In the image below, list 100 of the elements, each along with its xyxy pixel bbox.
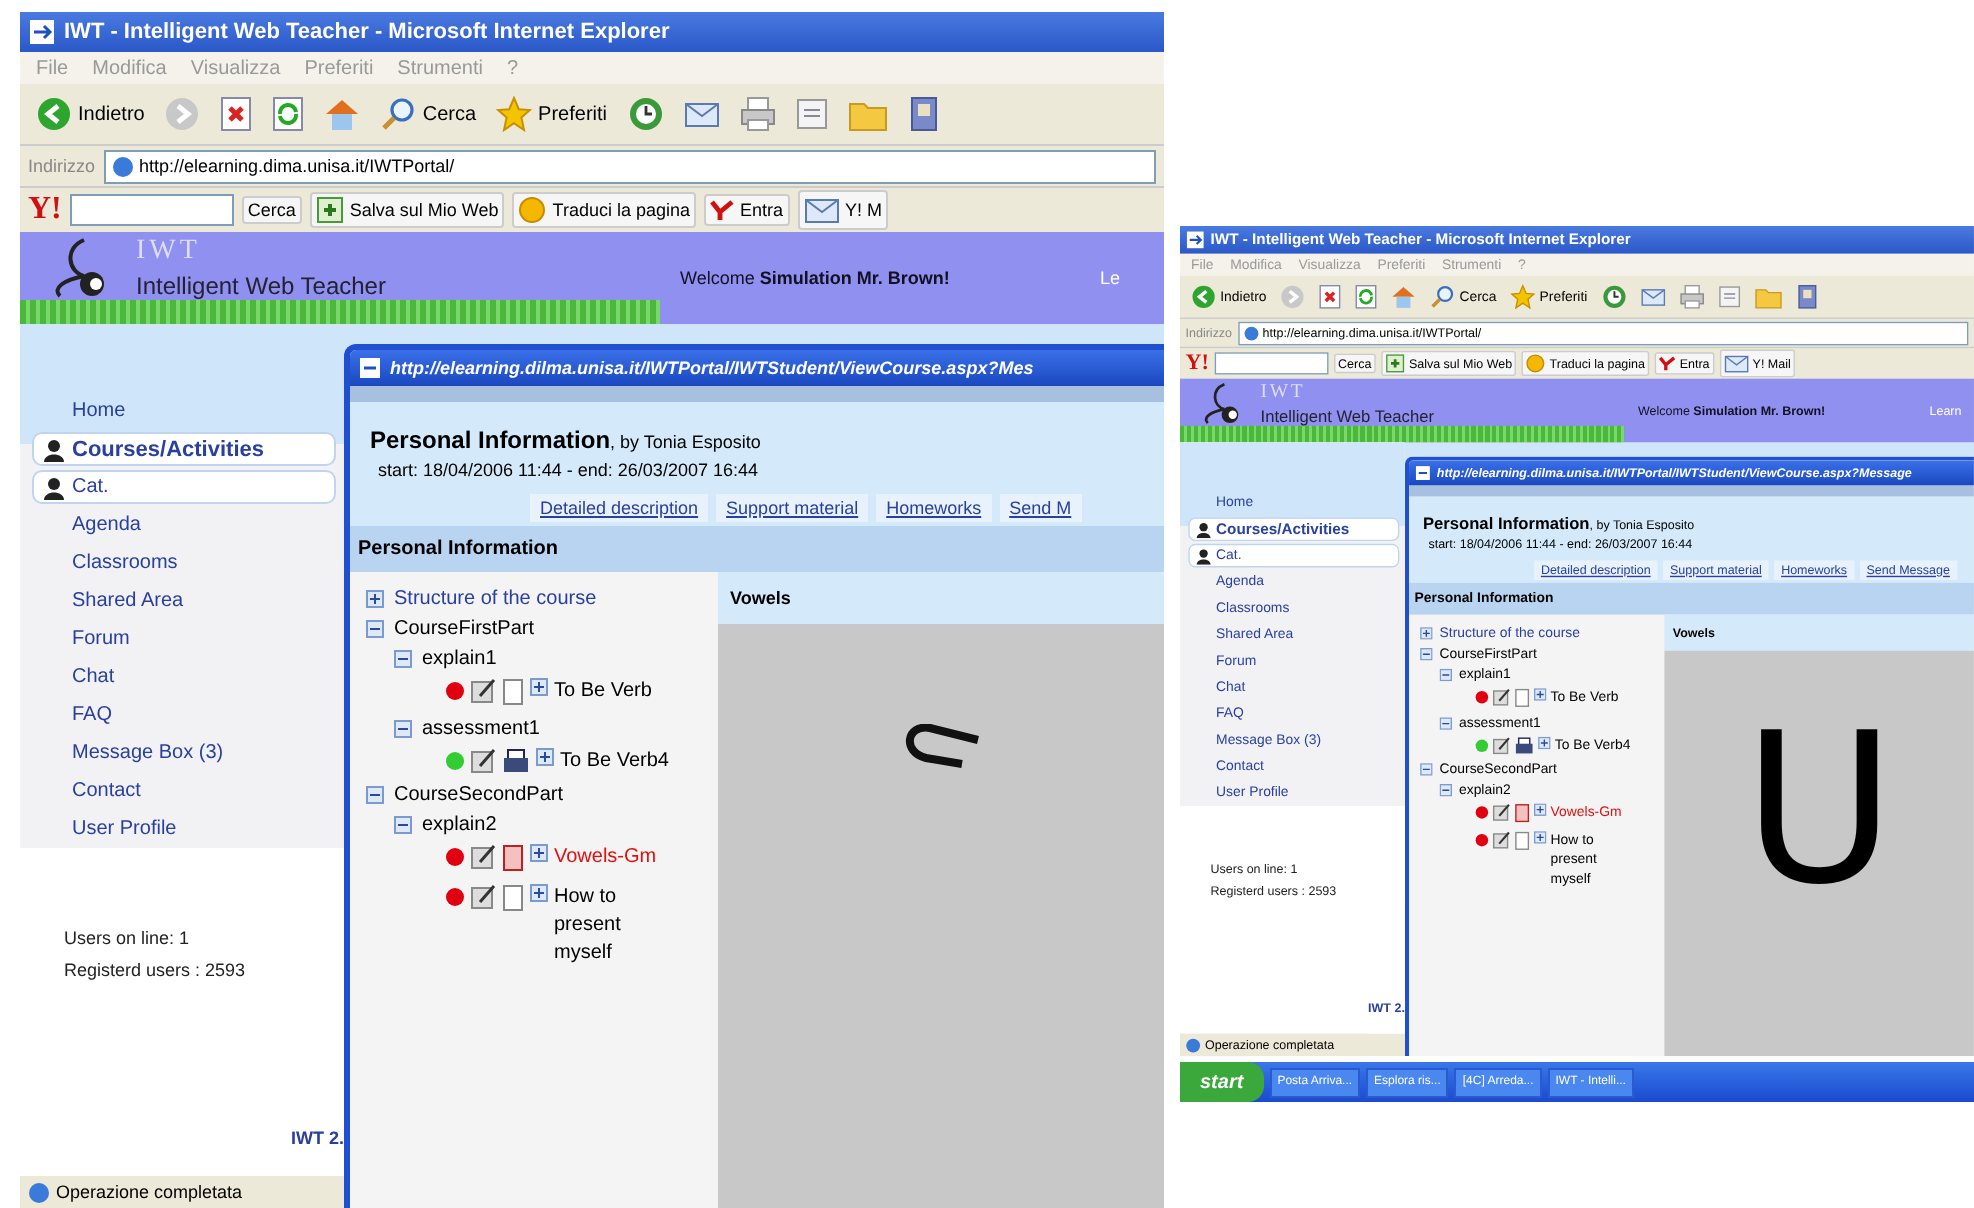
collapse-icon[interactable]: [394, 720, 412, 738]
toolbar-button[interactable]: [1388, 282, 1420, 311]
lesson-link[interactable]: How to present myself: [554, 884, 666, 968]
welcome-text: Welcome Simulation Mr. Brown!: [680, 268, 950, 288]
toolbar-button[interactable]: [1352, 282, 1381, 311]
search-icon: [1430, 284, 1456, 310]
expand-icon[interactable]: [1420, 627, 1433, 640]
edit-icon: [470, 678, 496, 704]
toolbar-button[interactable]: Y! M: [797, 190, 889, 230]
expand-icon[interactable]: [366, 590, 384, 608]
window-title: IWT - Intelligent Web Teacher - Microsoft Internet Explorer: [64, 20, 670, 44]
expand-icon[interactable]: [530, 884, 548, 902]
collapse-icon[interactable]: [1420, 647, 1433, 661]
printer-icon: [739, 96, 775, 132]
toolbar-button[interactable]: Salva sul Mio Web: [309, 192, 505, 228]
search-field[interactable]: [69, 194, 234, 226]
collapse-icon[interactable]: [394, 816, 412, 834]
mail-icon: [1640, 285, 1666, 308]
expand-icon[interactable]: [530, 678, 548, 696]
edit-icon: [1492, 688, 1511, 707]
collapse-icon[interactable]: [366, 786, 384, 804]
toolbar-button[interactable]: Cerca: [376, 94, 481, 134]
yahoo-logo: Y!: [1185, 350, 1209, 376]
menu-item[interactable]: Courses/Activities: [32, 432, 336, 466]
history-icon: [1601, 284, 1627, 310]
toolbar-button[interactable]: [1316, 282, 1345, 311]
edit-icon: [1492, 831, 1511, 850]
tab-link[interactable]: Detailed description: [530, 494, 709, 522]
collapse-icon[interactable]: [1439, 668, 1453, 682]
folder-icon: [1753, 284, 1782, 310]
collapse-icon[interactable]: [1439, 784, 1453, 797]
home-icon: [324, 96, 361, 132]
mail-icon: [803, 194, 840, 226]
toolbar-button[interactable]: [268, 94, 309, 134]
menu-item[interactable]: FAQ: [20, 696, 344, 734]
toolbar-button[interactable]: [216, 94, 257, 134]
address-label: Indirizzo: [28, 156, 96, 176]
toolbar-button[interactable]: Indietro: [32, 94, 149, 134]
menu-item[interactable]: Chat: [20, 658, 344, 696]
menu-item[interactable]: Classrooms: [20, 544, 344, 582]
logo-text: IWT: [1260, 381, 1306, 404]
printer-icon: [1514, 736, 1534, 755]
tab-link[interactable]: Support material: [716, 494, 869, 522]
tree-item[interactable]: CourseFirstPart: [394, 618, 535, 640]
mail-icon: [683, 98, 719, 130]
url-text: http://elearning.dima.unisa.it/IWTPortal/: [139, 156, 455, 176]
tree-item[interactable]: assessment1: [422, 718, 540, 740]
tree-item[interactable]: explain1: [422, 648, 497, 670]
expand-icon[interactable]: [536, 748, 554, 766]
toolbar-button[interactable]: [791, 96, 831, 132]
toolbar-button[interactable]: Preferiti: [492, 94, 611, 134]
toolbar-button[interactable]: [1637, 284, 1668, 310]
expand-icon[interactable]: [1538, 736, 1551, 750]
refresh-icon: [272, 96, 305, 132]
toolbar-button[interactable]: Entra: [704, 194, 790, 226]
expand-icon[interactable]: [1533, 803, 1547, 816]
menu-item[interactable]: Home: [20, 392, 344, 430]
document-icon: [795, 98, 827, 130]
yahoo-icon: [1658, 355, 1676, 372]
expand-icon[interactable]: [530, 844, 548, 862]
expand-icon[interactable]: [1533, 688, 1547, 701]
yahoo-icon: [710, 198, 734, 222]
users-online-text: Users on line: 1: [64, 928, 192, 948]
person-icon: [1195, 547, 1212, 564]
toolbar-button[interactable]: [1676, 282, 1707, 311]
lesson-link[interactable]: To Be Verb: [554, 678, 666, 706]
tab-link[interactable]: Send M: [999, 494, 1082, 522]
tree-item[interactable]: CourseSecondPart: [394, 784, 563, 806]
tab-link[interactable]: Homeworks: [876, 494, 992, 522]
toolbar-button[interactable]: [1598, 282, 1629, 311]
site-subtitle: Intelligent Web Teacher: [1260, 406, 1434, 426]
menu-item[interactable]: User Profile: [20, 810, 344, 848]
lesson-link[interactable]: Vowels-Gm: [554, 844, 666, 872]
toolbar-button[interactable]: [1715, 284, 1743, 310]
toolbar-button[interactable]: [1792, 282, 1821, 311]
edit-icon: [1492, 736, 1511, 755]
collapse-icon[interactable]: [1420, 763, 1433, 776]
search-field[interactable]: [1214, 352, 1329, 375]
address-field[interactable]: http://elearning.dima.unisa.it/IWTPortal/: [103, 149, 1156, 183]
menu-item[interactable]: Message Box (3): [20, 734, 344, 772]
menu-item[interactable]: Forum: [20, 620, 344, 658]
menu-item[interactable]: Contact: [20, 772, 344, 810]
menu-item[interactable]: Cat.: [32, 470, 336, 504]
stop-icon: [220, 96, 253, 132]
toolbar-button[interactable]: [735, 94, 779, 134]
toolbar-button[interactable]: Traduci la pagina: [512, 192, 696, 228]
collapse-icon[interactable]: [394, 650, 412, 668]
edit-icon: [470, 884, 496, 910]
collapse-icon[interactable]: [1439, 717, 1453, 730]
menu-item[interactable]: Agenda: [20, 506, 344, 544]
collapse-icon[interactable]: [366, 620, 384, 638]
expand-icon[interactable]: [1533, 831, 1547, 844]
lesson-link[interactable]: To Be Verb4: [560, 748, 672, 776]
search-button[interactable]: Cerca: [241, 196, 302, 224]
tree-item[interactable]: explain2: [422, 814, 497, 836]
tree-item[interactable]: Structure of the course: [394, 588, 597, 610]
menu-item[interactable]: Shared Area: [20, 582, 344, 620]
edit-icon: [470, 748, 496, 774]
person-icon: [1195, 520, 1212, 538]
star-icon: [496, 96, 533, 132]
